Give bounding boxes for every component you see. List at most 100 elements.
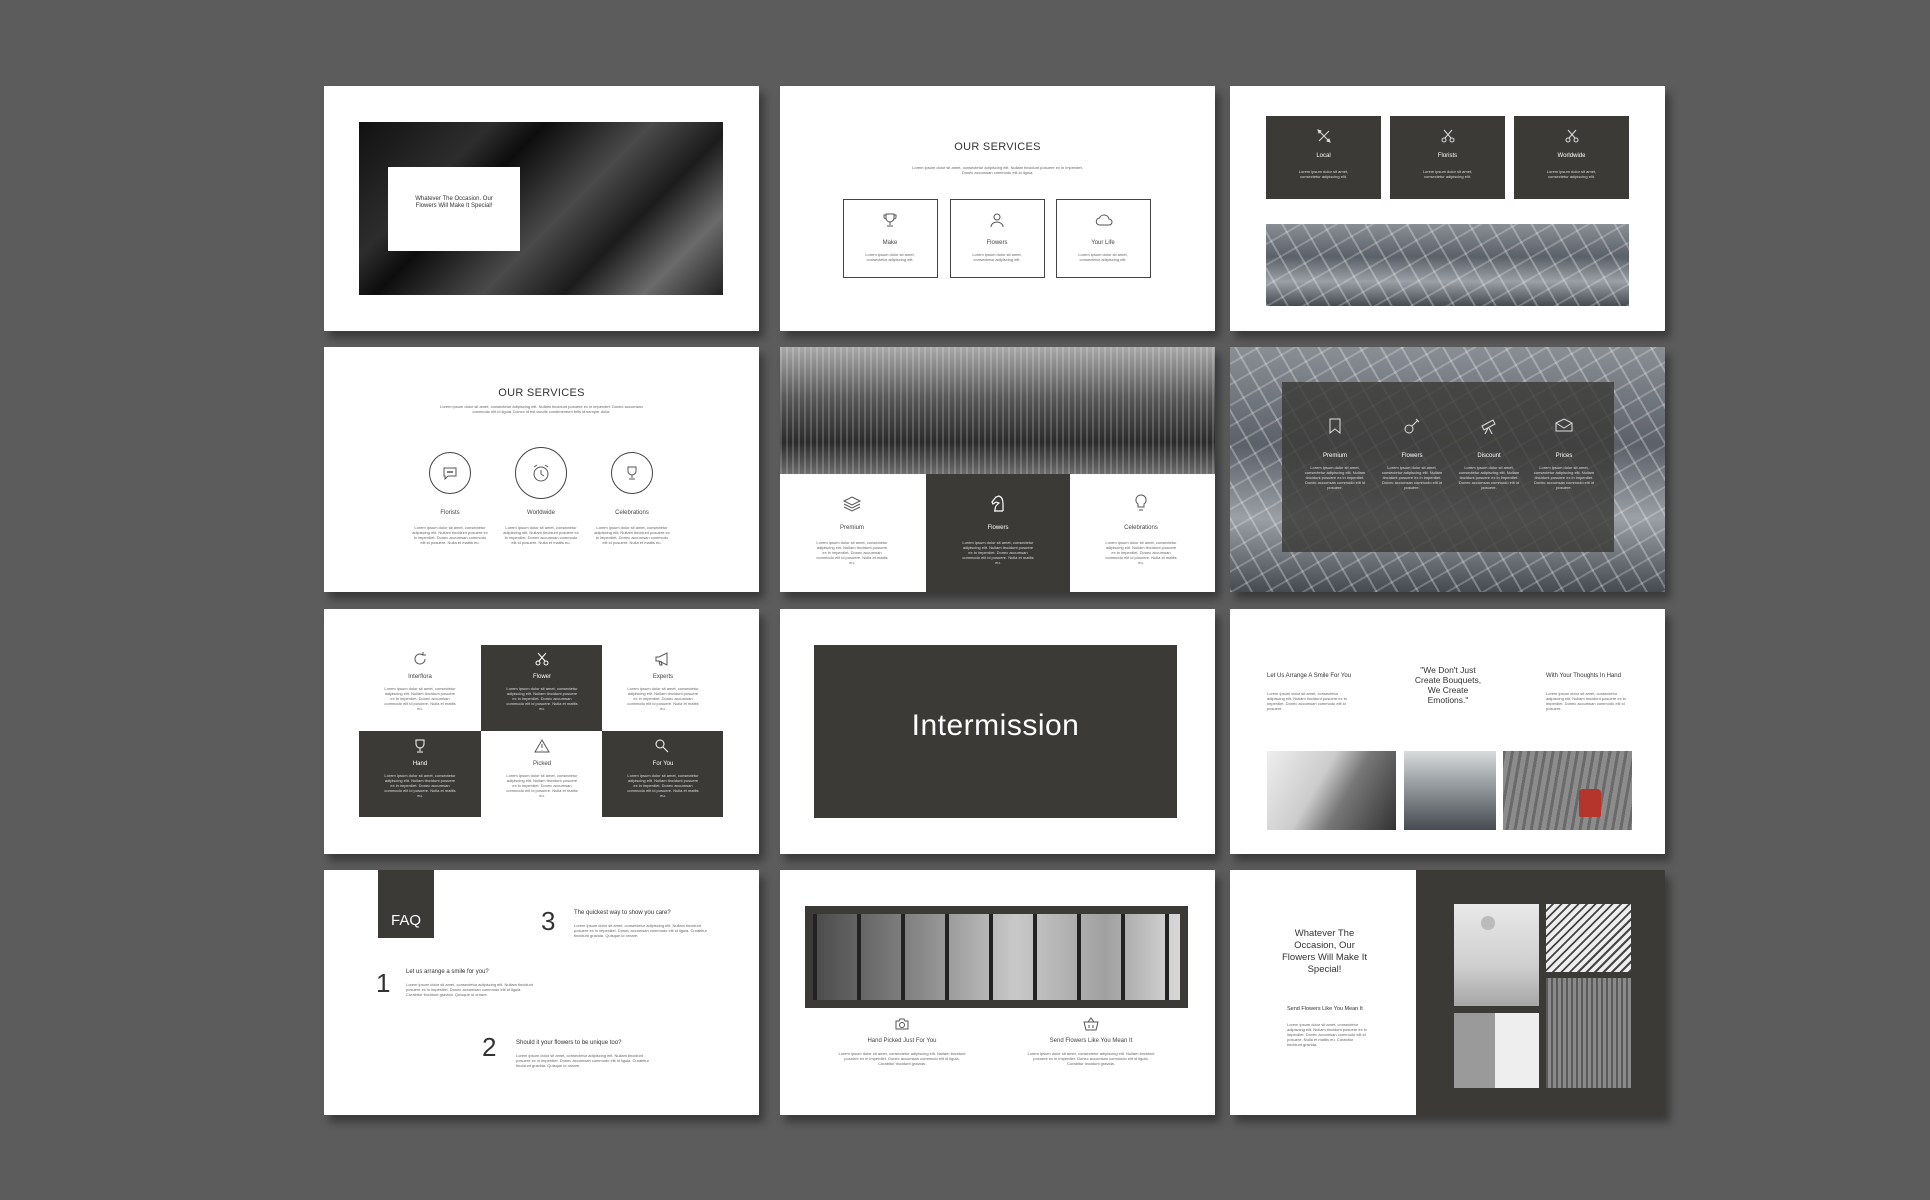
feature-card: Local Lorem ipsum dolor sit amet, consec… <box>1266 116 1381 199</box>
feature-label: Local <box>1316 153 1331 159</box>
service-text: Lorem ipsum dolor sit amet, consectetur … <box>1078 252 1128 262</box>
quote-text: Whatever The Occasion. Our Flowers Will … <box>415 196 493 209</box>
slide-text: Lorem ipsum dolor sit amet, consectetur … <box>1287 1022 1367 1047</box>
slide-11[interactable]: Hand Picked Just For You Lorem ipsum dol… <box>780 870 1215 1115</box>
trophy-circle <box>611 452 653 494</box>
guitar-icon <box>1403 417 1421 435</box>
service-text: Lorem ipsum dolor sit amet, consectetur … <box>1105 540 1177 565</box>
slide-8[interactable]: Intermission <box>780 609 1215 854</box>
basket-icon <box>1083 1017 1099 1031</box>
slide-title: Whatever The Occasion, Our Flowers Will … <box>1282 928 1367 975</box>
tools-icon <box>1316 128 1332 144</box>
faq-label: FAQ <box>390 912 421 929</box>
glass-roof-photo <box>1266 224 1629 306</box>
feature-text: Lorem ipsum dolor sit amet, consectetur … <box>838 1051 966 1066</box>
intro-text: Lorem ipsum dolor sit amet, consectetur … <box>440 404 643 414</box>
grid-label: For You <box>652 761 674 767</box>
facade-photo <box>1267 751 1396 830</box>
service-text: Lorem ipsum dolor sit amet, consectetur … <box>962 540 1034 565</box>
feature-text: Lorem ipsum dolor sit amet, consectetur … <box>1533 465 1595 490</box>
slide-9[interactable]: Let Us Arrange A Smile For You Lorem ips… <box>1230 609 1665 854</box>
feature-label: Flowers <box>1401 453 1423 459</box>
grid-text: Lorem ipsum dolor sit amet, consectetur … <box>384 773 456 798</box>
service-text: Lorem ipsum dolor sit amet, consectetur … <box>594 525 670 545</box>
service-text: Lorem ipsum dolor sit amet, consectetur … <box>816 540 888 565</box>
slide-10[interactable]: FAQ 1 Let us arrange a smile for you? Lo… <box>324 870 759 1115</box>
grid-label: Experts <box>652 674 674 680</box>
feature-label: Florists <box>1437 153 1458 159</box>
feature-label: Prices <box>1555 453 1573 459</box>
faq-answer: Lorem ipsum dolor sit amet, consectetur … <box>516 1053 649 1068</box>
service-card: Flowers Lorem ipsum dolor sit amet, cons… <box>950 199 1045 278</box>
boardwalk-photo <box>1503 751 1632 830</box>
cloud-icon <box>1095 212 1113 228</box>
scissors-icon <box>534 651 550 667</box>
user-icon <box>989 212 1005 228</box>
highlight-panel <box>926 474 1070 592</box>
chess-knight-icon <box>989 493 1007 513</box>
faq-answer: Lorem ipsum dolor sit amet, consectetur … <box>574 923 707 938</box>
faq-question: Should it your flowers to be unique too? <box>516 1040 622 1046</box>
service-text: Lorem ipsum dolor sit amet, consectetur … <box>503 525 579 545</box>
grid-label: Flower <box>532 674 551 680</box>
photo-strip-frame <box>805 906 1188 1008</box>
facade-photo <box>1546 904 1631 972</box>
grid-text: Lorem ipsum dolor sit amet, consectetur … <box>506 686 578 711</box>
feature-text: Lorem ipsum dolor sit amet, consectetur … <box>1304 465 1366 490</box>
grid-text: Lorem ipsum dolor sit amet, consectetur … <box>627 686 699 711</box>
intermission-title: Intermission <box>911 709 1080 742</box>
trophy-icon <box>412 738 428 754</box>
service-label: Celebrations <box>615 510 649 516</box>
grid-label: Hand <box>412 761 428 767</box>
slide-5[interactable]: Premium Lorem ipsum dolor sit amet, cons… <box>780 347 1215 592</box>
grid-label: Picked <box>532 761 551 767</box>
feature-label: Premium <box>1322 453 1347 459</box>
column-title: With Your Thoughts In Hand <box>1546 673 1621 679</box>
faq-number: 3 <box>541 906 556 936</box>
telescope-icon <box>1480 417 1498 435</box>
wood-panel-photo <box>1546 978 1631 1088</box>
feature-text: Lorem ipsum dolor sit amet, consectetur … <box>1298 169 1349 179</box>
intro-text: Lorem ipsum dolor sit amet, consectetur … <box>912 165 1083 175</box>
service-label: Flowers <box>987 525 1009 531</box>
wall-photo <box>1454 1013 1539 1088</box>
slide-title: OUR SERVICES <box>954 141 1041 153</box>
slide-3[interactable]: Local Lorem ipsum dolor sit amet, consec… <box>1230 86 1665 331</box>
column-text: Lorem ipsum dolor sit amet, consectetur … <box>1267 691 1347 711</box>
slide-2[interactable]: OUR SERVICES Lorem ipsum dolor sit amet,… <box>780 86 1215 331</box>
feature-card: Florists Lorem ipsum dolor sit amet, con… <box>1390 116 1505 199</box>
service-text: Lorem ipsum dolor sit amet, consectetur … <box>412 525 488 545</box>
grid-text: Lorem ipsum dolor sit amet, consectetur … <box>627 773 699 798</box>
chat-icon <box>442 465 458 481</box>
slide-1[interactable]: Whatever The Occasion. Our Flowers Will … <box>324 86 759 331</box>
feature-label: Discount <box>1477 453 1501 459</box>
service-label: Flowers <box>986 240 1008 246</box>
grid-text: Lorem ipsum dolor sit amet, consectetur … <box>384 686 456 711</box>
quote-card: Whatever The Occasion. Our Flowers Will … <box>388 167 520 251</box>
service-label: Celebrations <box>1124 525 1158 531</box>
envelope-icon <box>1554 417 1574 433</box>
clock-circle <box>515 447 567 499</box>
layers-icon <box>842 495 862 513</box>
faq-number: 1 <box>376 968 391 998</box>
feature-label: Send Flowers Like You Mean It <box>1049 1038 1133 1044</box>
faq-answer: Lorem ipsum dolor sit amet, consectetur … <box>406 982 533 997</box>
bookmark-icon <box>1327 417 1343 435</box>
magnifier-icon <box>654 738 670 754</box>
grid-label: Interflora <box>408 674 432 680</box>
slide-subtitle: Send Flowers Like You Mean It <box>1287 1006 1363 1012</box>
interior-photo <box>1454 904 1539 1006</box>
wall-clock <box>1481 916 1495 930</box>
service-text: Lorem ipsum dolor sit amet, consectetur … <box>865 252 915 262</box>
feature-label: Worldwide <box>1557 153 1586 159</box>
trophy-icon <box>882 212 898 228</box>
slide-12[interactable]: Whatever The Occasion, Our Flowers Will … <box>1230 870 1665 1115</box>
feature-text: Lorem ipsum dolor sit amet, consectetur … <box>1422 169 1473 179</box>
megaphone-icon <box>654 651 672 667</box>
slide-title: OUR SERVICES <box>498 387 585 399</box>
slide-7[interactable]: Interflora Lorem ipsum dolor sit amet, c… <box>324 609 759 854</box>
slide-4[interactable]: OUR SERVICES Lorem ipsum dolor sit amet,… <box>324 347 759 592</box>
slide-6[interactable]: Premium Lorem ipsum dolor sit amet, cons… <box>1230 347 1665 592</box>
trophy-icon <box>624 465 640 481</box>
column-title: Let Us Arrange A Smile For You <box>1267 673 1352 679</box>
